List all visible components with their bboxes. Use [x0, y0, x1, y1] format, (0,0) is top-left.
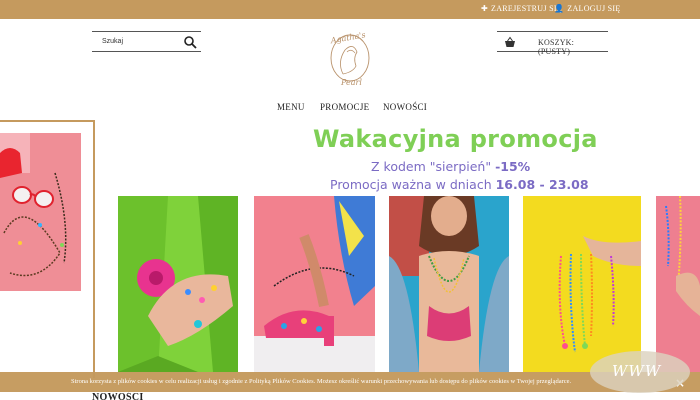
promo-photo-sunglasses[interactable]: [0, 133, 81, 291]
logo-text-top: Agatha's: [329, 30, 366, 45]
top-bar: ✚ ZAREJESTRUJ SIĘ 👤 ZALOGUJ SIĘ: [0, 0, 700, 19]
search-box[interactable]: Szukaj: [92, 31, 201, 52]
promo-photo-necklaces[interactable]: [523, 196, 641, 372]
promo-dates-line: Promocja ważna w dniach 16.08 - 23.08: [330, 177, 589, 192]
logo-text-bottom: Pearl: [340, 78, 362, 87]
register-label: ZAREJESTRUJ SIĘ: [491, 4, 562, 13]
nav-item-nowosci[interactable]: NOWOŚCI: [383, 102, 427, 112]
promo-dates-text: Promocja ważna w dniach: [330, 177, 492, 192]
plus-icon: ✚: [481, 4, 489, 13]
promo-photo-partial[interactable]: [656, 196, 700, 372]
register-link[interactable]: ✚ ZAREJESTRUJ SIĘ: [481, 4, 562, 13]
promo-title: Wakacyjna promocja: [313, 125, 598, 153]
brand-logo[interactable]: Agatha's Pearl: [323, 26, 377, 88]
search-icon[interactable]: [183, 35, 197, 49]
login-link[interactable]: 👤 ZALOGUJ SIĘ: [554, 4, 621, 13]
www-badge-label: WWW: [612, 362, 662, 380]
cart-label: KOSZYK: (PUSTY): [538, 38, 575, 56]
promo-code-text: Z kodem "sierpień": [371, 159, 492, 174]
user-icon: 👤: [554, 4, 565, 13]
promo-discount: -15%: [495, 159, 531, 174]
www-badge[interactable]: WWW: [590, 351, 690, 393]
promo-photo-rings[interactable]: [118, 196, 238, 372]
cookie-notice-text: Strona korzysta z plików cookies w celu …: [71, 378, 572, 385]
promo-dates-range: 16.08 - 23.08: [495, 177, 589, 192]
promo-code-line: Z kodem "sierpień" -15%: [371, 159, 530, 174]
nav-item-menu[interactable]: MENU: [277, 102, 305, 112]
nav-item-promocje[interactable]: PROMOCJE: [320, 102, 369, 112]
promo-photo-shoe[interactable]: [254, 196, 375, 372]
search-input[interactable]: Szukaj: [102, 38, 123, 45]
promo-photo-model[interactable]: [389, 196, 509, 372]
cart-button[interactable]: KOSZYK: (PUSTY): [497, 31, 608, 56]
section-heading-new: NOWOŚCI: [92, 392, 144, 400]
login-label: ZALOGUJ SIĘ: [567, 4, 621, 13]
basket-icon: [505, 36, 515, 47]
